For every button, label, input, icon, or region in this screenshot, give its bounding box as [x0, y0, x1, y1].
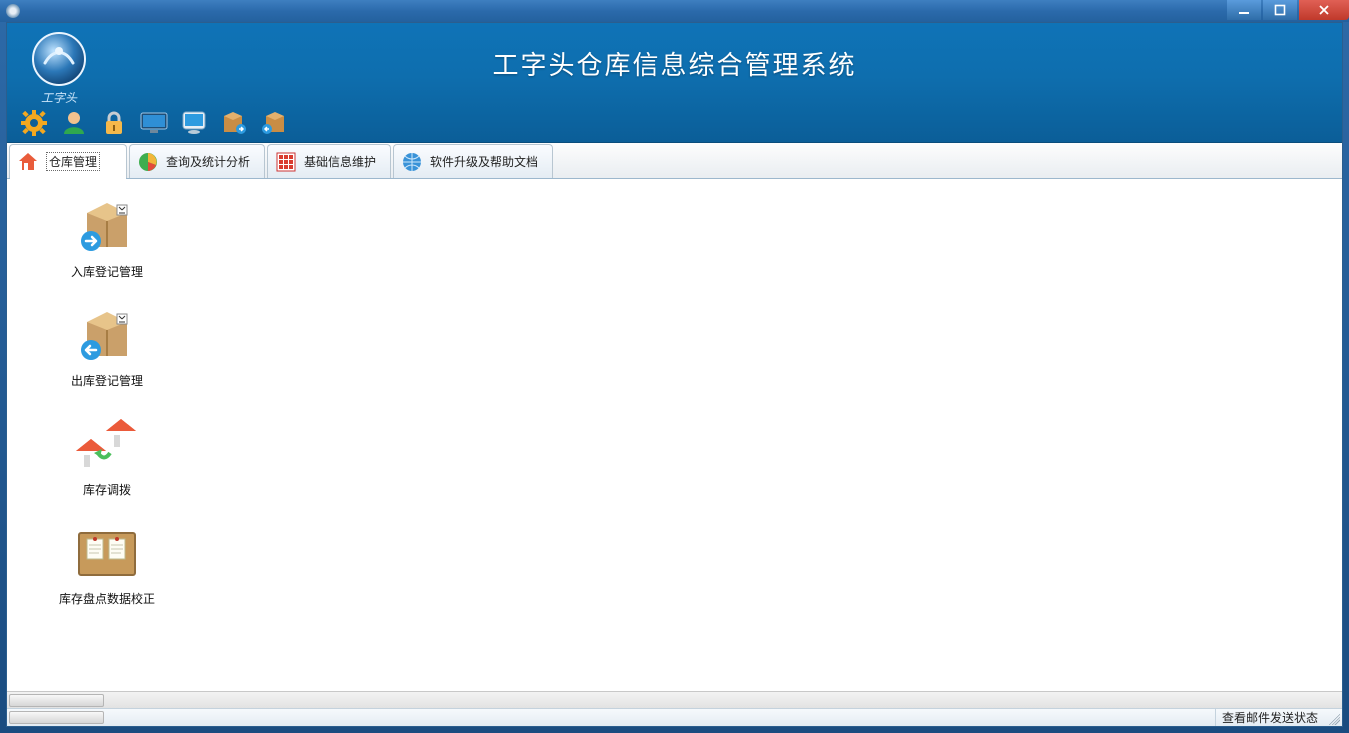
nav-item-label: 库存调拨 [27, 481, 187, 498]
user-icon [61, 110, 87, 136]
close-icon [1317, 4, 1331, 16]
box-out-icon [72, 306, 142, 366]
grid-settings-icon [274, 150, 298, 174]
tab-label: 软件升级及帮助文档 [430, 153, 538, 170]
package-out-icon [261, 111, 287, 135]
box-in-icon [72, 197, 142, 257]
status-mail-link[interactable]: 查看邮件发送状态 [1215, 709, 1324, 726]
toolbar-lock-button[interactable] [99, 108, 129, 138]
toolbar-settings-button[interactable] [19, 108, 49, 138]
os-window: 工字头 工字头仓库信息综合管理系统 [0, 0, 1349, 733]
nav-item-inbound[interactable]: 入库登记管理 [27, 197, 187, 280]
os-titlebar[interactable] [0, 0, 1349, 22]
tab-content: 入库登记管理 出库登记管理 [7, 179, 1342, 708]
settings-gear-icon [20, 109, 48, 137]
toolbar-package-out-button[interactable] [259, 108, 289, 138]
toolbar-monitor-button[interactable] [139, 108, 169, 138]
monitor-icon [140, 112, 168, 134]
toolbar-package-in-button[interactable] [219, 108, 249, 138]
resize-grip[interactable] [1326, 711, 1340, 725]
nav-item-label: 入库登记管理 [27, 263, 187, 280]
nav-item-inventory-correction[interactable]: 库存盘点数据校正 [27, 524, 187, 607]
maximize-button[interactable] [1263, 0, 1297, 20]
tab-label: 基础信息维护 [304, 153, 376, 170]
package-in-icon [221, 111, 247, 135]
close-button[interactable] [1299, 0, 1349, 20]
screen-display-icon [181, 111, 207, 135]
content-horizontal-scrollbar[interactable] [7, 691, 1342, 708]
tab-query-statistics[interactable]: 查询及统计分析 [129, 144, 265, 178]
pie-chart-icon [136, 150, 160, 174]
tab-upgrade-help[interactable]: 软件升级及帮助文档 [393, 144, 553, 178]
tab-basic-info[interactable]: 基础信息维护 [267, 144, 391, 178]
status-mail-label: 查看邮件发送状态 [1222, 709, 1318, 726]
tab-label: 仓库管理 [46, 152, 100, 171]
minimize-button[interactable] [1227, 0, 1261, 20]
statusbar-scroll-thumb[interactable] [9, 711, 104, 724]
app-client-area: 工字头 工字头仓库信息综合管理系统 [6, 22, 1343, 727]
app-logo-caption: 工字头 [29, 89, 89, 106]
scrollbar-thumb[interactable] [9, 694, 104, 707]
tab-label: 查询及统计分析 [166, 153, 250, 170]
nav-item-label: 出库登记管理 [27, 372, 187, 389]
globe-icon [400, 150, 424, 174]
app-title: 工字头仓库信息综合管理系统 [7, 45, 1342, 82]
status-bar: 查看邮件发送状态 [7, 708, 1342, 726]
toolbar-display-button[interactable] [179, 108, 209, 138]
minimize-icon [1238, 4, 1250, 16]
house-icon [16, 150, 40, 174]
app-small-icon [6, 4, 20, 18]
corkboard-notes-icon [72, 524, 142, 584]
app-banner: 工字头 工字头仓库信息综合管理系统 [7, 23, 1342, 143]
main-toolbar [19, 108, 289, 138]
nav-item-transfer[interactable]: 库存调拨 [27, 415, 187, 498]
toolbar-user-button[interactable] [59, 108, 89, 138]
maximize-icon [1274, 4, 1286, 16]
nav-item-outbound[interactable]: 出库登记管理 [27, 306, 187, 389]
house-transfer-icon [72, 415, 142, 475]
lock-icon [102, 110, 126, 136]
main-tabstrip: 仓库管理 查询及统计分析 基础信息维护 软件升级及帮助文档 [7, 143, 1342, 179]
window-controls [1227, 0, 1349, 20]
nav-items-panel: 入库登记管理 出库登记管理 [7, 179, 1342, 651]
nav-item-label: 库存盘点数据校正 [27, 590, 187, 607]
tab-warehouse-management[interactable]: 仓库管理 [9, 144, 127, 178]
